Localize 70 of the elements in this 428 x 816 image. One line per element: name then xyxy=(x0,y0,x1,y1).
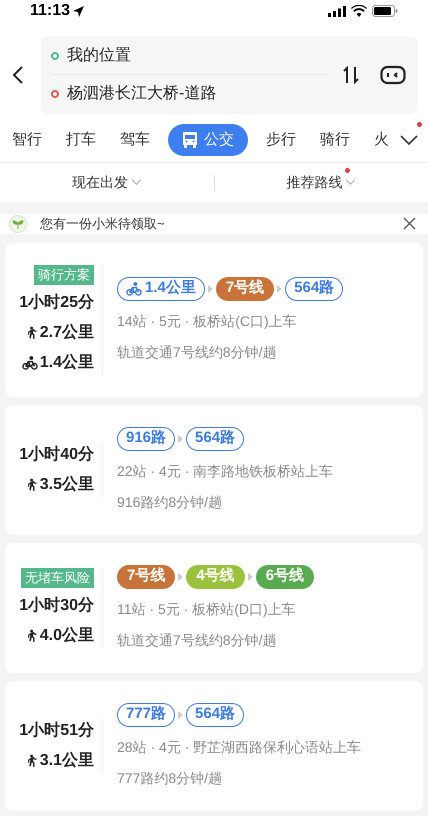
route-card[interactable]: 无堵车风险 1小时30分 4.0公里 7号线 4号线 6号线 11站 · 5元 · 板桥站(D口)上车 轨道交通7号线约8分钟/趟 xyxy=(5,542,423,672)
duration-text: 1小时51分 xyxy=(19,720,94,740)
transport-tab[interactable]: 打车 xyxy=(54,128,108,152)
bicycle-icon xyxy=(126,280,142,296)
route-card[interactable]: 1小时40分 3.5公里 916路 564路 22站 · 4元 · 南李路地铁板桥站上车 916路约8分钟/趟 xyxy=(5,404,423,534)
plan-tag: 骑行方案 xyxy=(34,264,94,284)
arrow-icon xyxy=(248,572,253,580)
subway-line-badge: 4号线 xyxy=(186,564,245,588)
transport-tab[interactable]: 公交 xyxy=(168,124,248,156)
distance-text: 1.4公里 xyxy=(40,352,94,372)
battery-icon xyxy=(372,5,398,17)
duration-text: 1小时40分 xyxy=(19,444,94,464)
swap-icon[interactable] xyxy=(342,65,360,85)
bus-route-badge: 564路 xyxy=(186,426,244,450)
chevron-down-icon xyxy=(130,179,142,186)
duration-text: 1小时25分 xyxy=(19,292,94,312)
distance-text: 3.1公里 xyxy=(40,750,94,770)
plan-tag: 无堵车风险 xyxy=(21,568,94,588)
cycling-distance-badge: 1.4公里 xyxy=(117,276,205,300)
location-arrow-icon xyxy=(73,6,84,16)
origin-field[interactable]: 我的位置 xyxy=(67,44,131,68)
arrow-icon xyxy=(178,572,184,580)
bus-route-badge: 916路 xyxy=(117,426,176,450)
destination-field[interactable]: 杨泗港长江大桥-道路 xyxy=(67,82,216,106)
frequency-text: 轨道交通7号线约8分钟/趟 xyxy=(117,630,278,650)
bus-route-badge: 564路 xyxy=(285,276,344,300)
back-icon[interactable] xyxy=(12,65,24,85)
signal-icon xyxy=(328,6,346,16)
sprout-icon xyxy=(9,214,27,233)
distance-text: 4.0公里 xyxy=(40,626,94,646)
route-card[interactable]: 骑行方案 1小时25分 2.7公里 1.4公里 1.4公里 7号线 564路 14站 · 5元 · 板桥站(C口)上车 轨道交通7号线约8分钟/趟 xyxy=(5,242,423,396)
wifi-icon xyxy=(351,5,367,17)
filter-dropdown[interactable]: 推荐路线 xyxy=(214,172,428,193)
transport-tab[interactable]: 骑行 xyxy=(308,128,362,152)
bus-icon xyxy=(182,131,198,149)
chevron-down-icon xyxy=(345,179,356,186)
transport-tab[interactable]: 步行 xyxy=(254,128,308,152)
bus-route-badge: 777路 xyxy=(117,702,176,726)
arrow-icon xyxy=(277,284,282,292)
route-info: 11站 · 5元 · 板桥站(D口)上车 xyxy=(117,600,297,619)
bus-route-badge: 564路 xyxy=(186,702,244,726)
route-card[interactable]: 1小时51分 3.1公里 777路 564路 28站 · 4元 · 野芷湖西路保利心语站上车 777路约8分钟/趟 xyxy=(5,680,423,810)
chevron-down-icon[interactable] xyxy=(400,134,418,146)
frequency-text: 轨道交通7号线约8分钟/趟 xyxy=(117,342,278,362)
subway-line-badge: 7号线 xyxy=(216,276,274,300)
subway-line-badge: 7号线 xyxy=(117,564,176,588)
subway-line-badge: 6号线 xyxy=(256,564,314,588)
arrow-icon xyxy=(208,284,213,292)
arrow-icon xyxy=(178,710,184,718)
status-time: 11:13 xyxy=(30,3,70,19)
distance-text: 2.7公里 xyxy=(40,322,94,342)
distance-text: 3.5公里 xyxy=(40,474,94,494)
destination-dot-icon xyxy=(51,90,59,98)
route-info: 14站 · 5元 · 板桥站(C口)上车 xyxy=(117,312,298,331)
transport-tab[interactable]: 智行 xyxy=(0,128,54,152)
route-info: 22站 · 4元 · 南李路地铁板桥站上车 xyxy=(117,462,334,480)
arrow-icon xyxy=(178,434,184,442)
frequency-text: 916路约8分钟/趟 xyxy=(117,492,224,512)
duration-text: 1小时30分 xyxy=(19,596,94,616)
filter-dropdown[interactable]: 现在出发 xyxy=(0,172,214,193)
notice-text: 您有一份小米待领取~ xyxy=(40,215,166,233)
route-info: 28站 · 4元 · 野芷湖西路保利心语站上车 xyxy=(117,738,362,756)
bicycle-icon xyxy=(22,354,38,370)
origin-dot-icon xyxy=(51,52,59,60)
more-options-icon[interactable] xyxy=(380,65,406,85)
frequency-text: 777路约8分钟/趟 xyxy=(117,768,224,788)
notice-banner[interactable]: 您有一份小米待领取~ xyxy=(0,214,428,234)
close-icon[interactable] xyxy=(403,217,416,230)
transport-tab[interactable]: 火 xyxy=(362,128,400,152)
transport-tab[interactable]: 驾车 xyxy=(108,128,162,152)
